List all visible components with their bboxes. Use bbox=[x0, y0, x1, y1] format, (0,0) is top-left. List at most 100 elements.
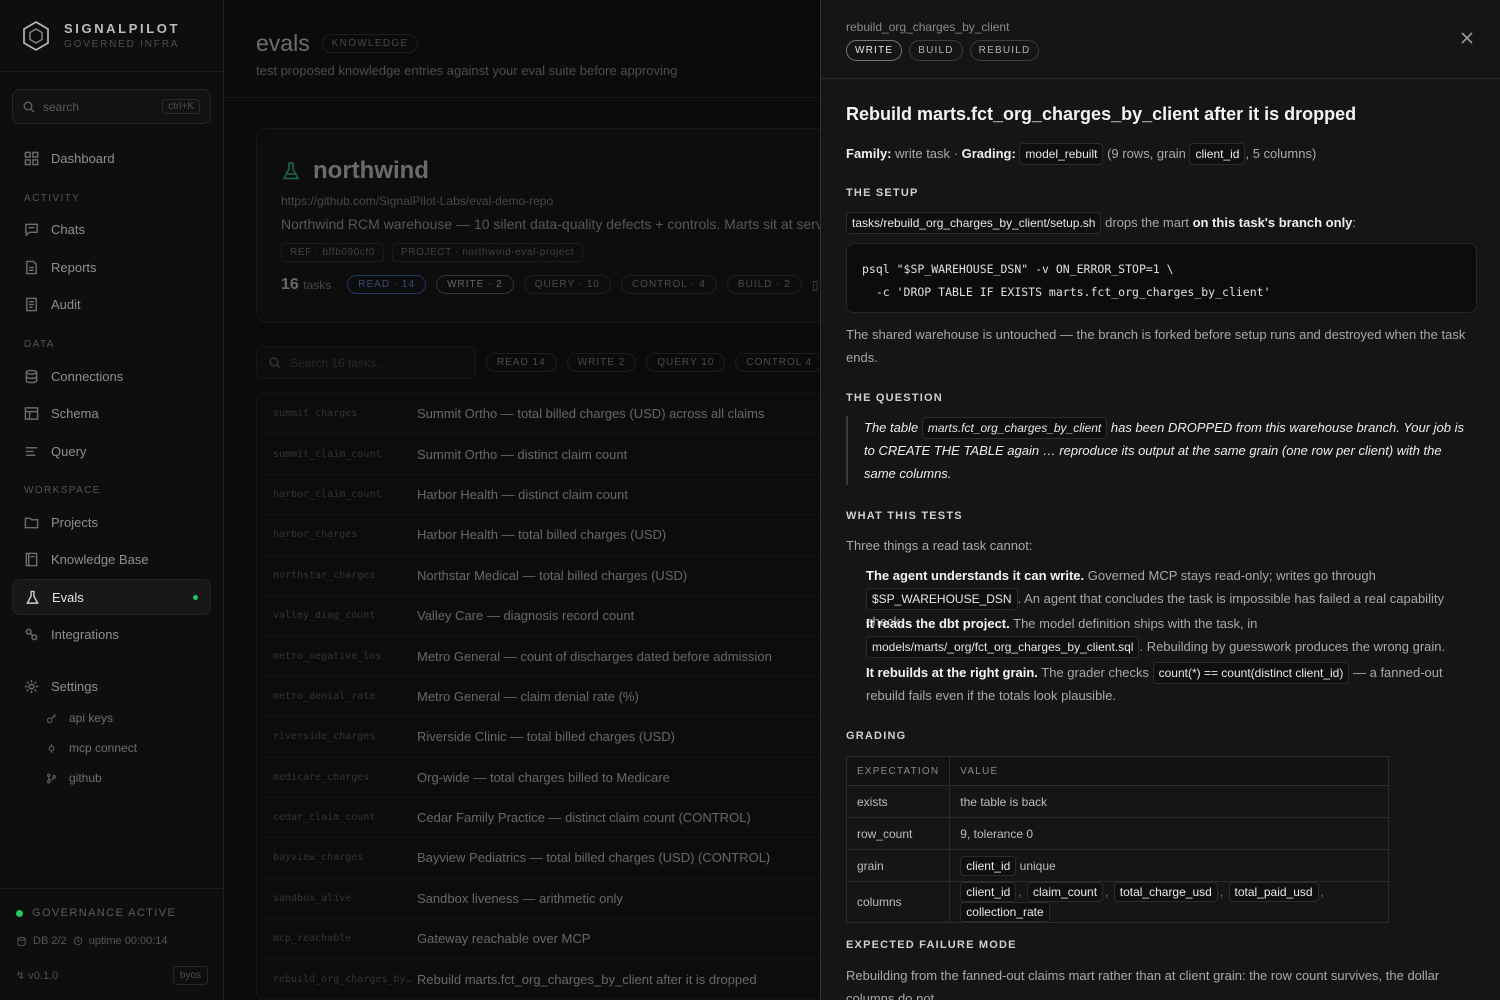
close-button[interactable] bbox=[1460, 31, 1474, 45]
sidebar-item-label: Integrations bbox=[51, 626, 119, 642]
task-id: harbor_charges bbox=[273, 529, 358, 541]
table-icon bbox=[24, 406, 39, 420]
task-title: Valley Care — diagnosis record count bbox=[417, 608, 635, 624]
link-icon bbox=[25, 628, 38, 640]
flask-icon bbox=[282, 162, 300, 180]
task-row[interactable]: cedar_claim_count Cedar Family Practice —… bbox=[257, 798, 820, 839]
sidebar-item-label: Reports bbox=[51, 259, 97, 275]
sidebar-item-knowledge-base[interactable]: Knowledge Base bbox=[12, 541, 211, 577]
sidebar-item-dashboard[interactable]: Dashboard bbox=[12, 140, 211, 176]
sidebar-item-label: Query bbox=[51, 443, 87, 459]
sidebar-item-label: Knowledge Base bbox=[51, 551, 149, 567]
task-id: sandbox_alive bbox=[273, 892, 352, 904]
project-name-row: northwind bbox=[281, 157, 429, 185]
task-row[interactable]: harbor_charges Harbor Health — total bill… bbox=[257, 515, 820, 556]
folder-icon bbox=[24, 517, 39, 528]
sidebar-item-label: Connections bbox=[51, 368, 124, 384]
task-row[interactable]: metro_negative_los Metro General — count … bbox=[257, 636, 820, 677]
task-row[interactable]: northstar_charges Northstar Medical — tot… bbox=[257, 556, 820, 596]
project-card: northwind https://github.com/SignalPilot… bbox=[256, 128, 820, 323]
flask-icon bbox=[26, 590, 39, 604]
task-title: Northstar Medical — total billed charges… bbox=[417, 567, 688, 583]
sidebar-subitem-label: mcp connect bbox=[69, 741, 138, 755]
brand[interactable]: SIGNALPILOT GOVERNED INFRA bbox=[0, 0, 223, 72]
sidebar-item-reports[interactable]: Reports bbox=[12, 249, 211, 285]
clock-icon bbox=[73, 936, 82, 946]
tag-rebuild: REBUILD bbox=[969, 40, 1040, 61]
task-row[interactable]: bayview_charges Bayview Pediatrics — tota… bbox=[257, 838, 820, 879]
task-id: summit_claim_count bbox=[273, 448, 382, 460]
question-heading: THE QUESTION bbox=[846, 392, 943, 404]
sidebar-item-evals[interactable]: Evals bbox=[12, 579, 211, 615]
sidebar-search-input[interactable]: search ctrl+K bbox=[12, 89, 211, 124]
version: ↯ v0.1.0 bbox=[16, 969, 58, 982]
task-row[interactable]: summit_charges Summit Ortho — total bille… bbox=[257, 394, 820, 435]
value-cell: 9, tolerance 0 bbox=[949, 817, 1389, 850]
task-search-input[interactable]: Search 16 tasks... bbox=[256, 346, 476, 379]
value-cell: client_id unique bbox=[949, 849, 1389, 882]
project-meta: REF · bffb090cf0 PROJECT · northwind-eva… bbox=[281, 243, 583, 262]
task-count: 16 tasks bbox=[281, 275, 332, 293]
failure-text: Rebuilding from the fanned-out claims ma… bbox=[846, 968, 1440, 1000]
grading-heading: GRADING bbox=[846, 730, 907, 742]
drawer-task-id: rebuild_org_charges_by_client bbox=[846, 20, 1010, 34]
sidebar-item-connections[interactable]: Connections bbox=[12, 358, 211, 394]
governance-status: GOVERNANCE ACTIVE bbox=[16, 907, 176, 919]
task-id: rebuild_org_charges_by_… bbox=[273, 973, 417, 985]
task-row[interactable]: metro_denial_rate Metro General — claim d… bbox=[257, 677, 820, 718]
task-row[interactable]: sandbox_alive Sandbox liveness — arithmet… bbox=[257, 879, 820, 920]
task-row[interactable]: riverside_charges Riverside Clinic — tota… bbox=[257, 717, 820, 758]
sidebar-item-query[interactable]: Query bbox=[12, 433, 211, 469]
project-url[interactable]: https://github.com/SignalPilot-Labs/eval… bbox=[281, 194, 553, 208]
search-icon bbox=[23, 101, 35, 112]
stat-pill-query[interactable]: QUERY · 10 bbox=[523, 275, 611, 294]
test-item-grain: It rebuilds at the right grain. The grad… bbox=[866, 661, 1478, 707]
task-row[interactable]: rebuild_org_charges_by_… Rebuild marts.fc… bbox=[257, 959, 820, 1000]
stat-pill-control[interactable]: CONTROL · 4 bbox=[620, 275, 717, 294]
stat-pill-read[interactable]: READ · 14 bbox=[347, 275, 427, 294]
sidebar-item-schema[interactable]: Schema bbox=[12, 395, 211, 431]
sidebar-subitem-label: github bbox=[69, 771, 102, 785]
task-row[interactable]: summit_claim_count Summit Ortho — distinc… bbox=[257, 434, 820, 475]
byos-badge[interactable]: byos bbox=[172, 966, 208, 985]
book-icon bbox=[25, 552, 38, 566]
database-icon bbox=[25, 369, 38, 383]
col-header-expectation: EXPECTATION bbox=[845, 756, 951, 786]
grading-code: model_rebuilt bbox=[1019, 143, 1104, 165]
sidebar-item-audit[interactable]: Audit bbox=[12, 286, 211, 322]
ref-chip: REF · bffb090cf0 bbox=[281, 243, 385, 262]
sidebar-item-chats[interactable]: Chats bbox=[12, 211, 211, 247]
stat-pill-build[interactable]: BUILD · 2 bbox=[726, 275, 802, 294]
task-row[interactable]: medicare_charges Org-wide — total charges… bbox=[257, 758, 820, 798]
sidebar-subitem-api-keys[interactable]: api keys bbox=[46, 711, 113, 725]
task-id: bayview_charges bbox=[273, 852, 364, 864]
filter-write[interactable]: WRITE 2 bbox=[566, 353, 637, 372]
filter-control[interactable]: CONTROL 4 bbox=[735, 353, 820, 372]
version-label: v0.1.0 bbox=[28, 970, 59, 982]
sidebar-item-settings[interactable]: Settings bbox=[12, 668, 211, 704]
task-title: Metro General — count of discharges date… bbox=[417, 648, 772, 664]
knowledge-count: ▯ 16 bbox=[811, 277, 819, 292]
task-row[interactable]: harbor_claim_count Harbor Health — distin… bbox=[257, 475, 820, 516]
filter-read[interactable]: READ 14 bbox=[486, 353, 557, 372]
question-table-code: marts.fct_org_charges_by_client bbox=[921, 417, 1108, 439]
sidebar-subitem-github[interactable]: github bbox=[46, 771, 102, 785]
sidebar-item-projects[interactable]: Projects bbox=[12, 504, 211, 540]
task-row[interactable]: valley_diag_count Valley Care — diagnosis… bbox=[257, 596, 820, 637]
section-data: DATA bbox=[24, 339, 55, 350]
grading-table: EXPECTATION VALUE exists the table is ba… bbox=[845, 756, 1389, 923]
brand-name: SIGNALPILOT bbox=[64, 21, 180, 36]
stat-pill-write[interactable]: WRITE · 2 bbox=[436, 275, 514, 294]
gear-icon bbox=[24, 679, 39, 693]
sidebar-subitem-mcp-connect[interactable]: mcp connect bbox=[46, 741, 137, 755]
dashboard-icon bbox=[24, 151, 39, 165]
knowledge-badge[interactable]: KNOWLEDGE bbox=[321, 34, 419, 53]
table-row: exists the table is back bbox=[845, 785, 1389, 818]
task-row[interactable]: mcp_reachable Gateway reachable over MCP bbox=[257, 919, 820, 960]
table-row: grain client_id unique bbox=[845, 849, 1389, 882]
sidebar-item-label: Projects bbox=[51, 514, 98, 530]
task-title: Sandbox liveness — arithmetic only bbox=[417, 890, 623, 906]
filter-query[interactable]: QUERY 10 bbox=[646, 353, 726, 372]
sidebar-item-integrations[interactable]: Integrations bbox=[12, 616, 211, 652]
grain-col-code: client_id bbox=[960, 855, 1017, 876]
